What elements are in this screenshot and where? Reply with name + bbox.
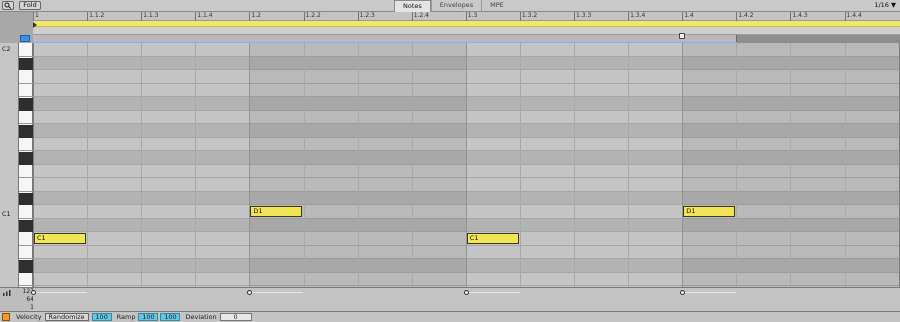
tab-mpe[interactable]: MPE: [481, 0, 512, 12]
ramp-start-field[interactable]: 100: [138, 313, 159, 321]
piano-roll-grid[interactable]: C1 D1 C1 D1: [33, 43, 900, 287]
white-key[interactable]: [19, 82, 33, 84]
velocity-lane-icon[interactable]: [3, 290, 11, 296]
search-icon: [4, 2, 12, 9]
grid-line: [519, 43, 521, 287]
editor-tabs: Notes Envelopes MPE: [394, 0, 512, 12]
grid-line: [844, 43, 846, 287]
grid-line: [87, 43, 89, 287]
white-key[interactable]: [19, 55, 33, 57]
velocity-toolbar: Velocity Randomize 100 Ramp 100 100 Devi…: [0, 311, 900, 322]
velocity-label: Velocity: [16, 313, 42, 321]
black-key[interactable]: [19, 192, 33, 205]
white-key[interactable]: [19, 150, 33, 151]
black-key[interactable]: [19, 260, 33, 273]
grid-line: [141, 43, 143, 287]
grid-line: [898, 43, 900, 287]
white-key[interactable]: [19, 190, 33, 192]
grid-resolution-dropdown[interactable]: 1/16 ▼: [874, 0, 896, 11]
midi-note-c1[interactable]: C1: [34, 233, 87, 244]
loop-strip[interactable]: [33, 27, 900, 35]
black-key[interactable]: [19, 125, 33, 138]
fold-toggle-icon[interactable]: [20, 35, 30, 42]
white-key[interactable]: [19, 217, 33, 219]
start-marker-icon[interactable]: [33, 21, 38, 35]
black-key[interactable]: [19, 98, 33, 111]
fold-button[interactable]: Fold: [19, 1, 41, 10]
white-key[interactable]: [19, 177, 33, 178]
grid-line: [303, 43, 305, 287]
editor-toolbar: Fold Notes Envelopes MPE 1/16 ▼: [0, 0, 900, 12]
velocity-label-min: 1: [20, 304, 34, 311]
velocity-bar: [685, 292, 737, 293]
ruler-label: 1.4: [684, 12, 694, 19]
tab-envelopes[interactable]: Envelopes: [430, 0, 481, 12]
ruler-label: 1.3: [467, 12, 478, 19]
white-key[interactable]: [19, 285, 33, 286]
ruler-label: 1.1.4: [197, 12, 213, 19]
ruler-label: 1.2.4: [413, 12, 429, 19]
zoom-search-button[interactable]: [2, 1, 14, 10]
white-key[interactable]: [19, 244, 33, 246]
black-key[interactable]: [19, 152, 33, 165]
black-key[interactable]: [19, 57, 33, 70]
midi-note-d1[interactable]: D1: [683, 206, 736, 217]
grid-line: [574, 43, 575, 287]
velocity-fold-icon[interactable]: [2, 313, 10, 321]
ruler-label: 1.1.2: [89, 12, 105, 19]
ruler-label: 1: [35, 12, 39, 19]
ramp-end-field[interactable]: 100: [160, 313, 181, 321]
velocity-editor[interactable]: [31, 288, 900, 311]
grid-line: [790, 43, 792, 287]
grid-line: [33, 43, 34, 287]
velocity-bar: [36, 292, 88, 293]
midi-note-d1[interactable]: D1: [250, 206, 303, 217]
ruler-label: 1.4.2: [738, 12, 754, 19]
grid-line: [628, 43, 630, 287]
ruler-label: 1.3.2: [521, 12, 538, 19]
velocity-label-mid: 64: [26, 296, 34, 303]
octave-label-c1: C1: [2, 210, 11, 218]
grid-line: [736, 43, 738, 287]
randomize-amount-field[interactable]: 100: [91, 313, 112, 321]
octave-label-c2: C2: [2, 45, 11, 53]
grid-line: [249, 43, 251, 287]
ruler-label: 1.2: [251, 12, 261, 19]
end-marker-icon[interactable]: [679, 33, 685, 39]
grid-line: [465, 43, 467, 287]
tab-notes[interactable]: Notes: [394, 0, 431, 12]
grid-line: [682, 43, 684, 287]
ruler-label: 1.3.4: [630, 12, 646, 19]
grid-line: [195, 43, 197, 287]
white-key[interactable]: [19, 258, 33, 259]
ruler-label: 1.2.2: [305, 12, 321, 19]
velocity-bar: [252, 292, 304, 293]
black-key[interactable]: [19, 219, 33, 232]
piano-keyboard[interactable]: [18, 43, 33, 287]
grid-line: [357, 43, 359, 287]
deviation-field[interactable]: 0: [219, 313, 252, 321]
velocity-bar: [468, 292, 520, 293]
ruler-label: 1.1.3: [143, 12, 159, 19]
midi-note-c1[interactable]: C1: [466, 233, 519, 244]
beat-ruler[interactable]: 1 1.1.2 1.1.3 1.1.4 1.2 1.2.2 1.2.3 1.2.4 1.3 1.3…: [33, 12, 900, 21]
white-key[interactable]: [19, 96, 33, 97]
ruler-label: 1.2.3: [359, 12, 375, 19]
deviation-label: Deviation: [185, 313, 217, 321]
ruler-label: 1.3.3: [576, 12, 592, 19]
white-key[interactable]: [19, 123, 33, 124]
ramp-label: Ramp: [116, 313, 136, 321]
ruler-label: 1.4.4: [846, 12, 862, 19]
randomize-button[interactable]: Randomize: [44, 313, 89, 321]
grid-line: [411, 43, 413, 287]
ruler-label: 1.4.3: [792, 12, 808, 19]
